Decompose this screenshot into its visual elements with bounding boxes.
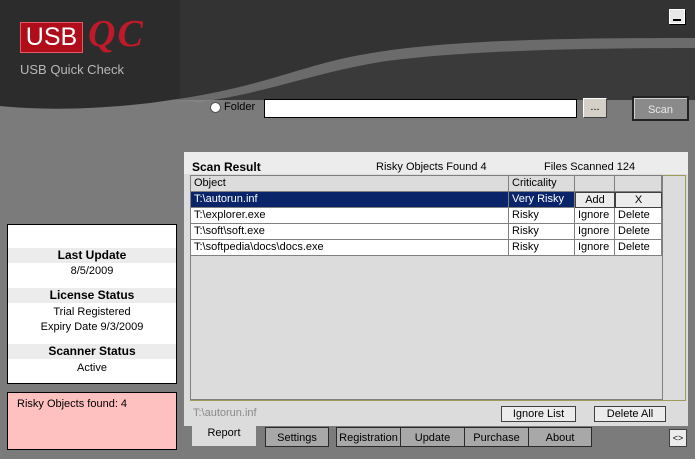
logo-usb-badge: USB [20, 22, 83, 53]
tab-report[interactable]: Report [192, 424, 256, 446]
column-header-object[interactable]: Object [191, 176, 509, 192]
tab-settings[interactable]: Settings [265, 427, 329, 447]
results-grid[interactable]: Object Criticality T:\autorun.inf Very R… [190, 175, 663, 400]
risky-objects-summary: Risky Objects found: 4 [7, 392, 177, 450]
logo-qc-wordmark: QC [88, 13, 145, 55]
row-criticality: Risky [509, 224, 575, 240]
ignore-button[interactable]: Ignore [575, 208, 615, 224]
scan-button[interactable]: Scan [632, 96, 689, 121]
risky-objects-count: Risky Objects Found 4 [376, 161, 487, 173]
ignore-list-button[interactable]: Ignore List [501, 406, 576, 422]
folder-path-input[interactable] [264, 99, 577, 118]
license-status-value: Trial Registered [53, 306, 131, 318]
tab-registration[interactable]: Registration [336, 427, 401, 447]
delete-button[interactable]: Delete [615, 208, 662, 224]
ignore-button[interactable]: Ignore [575, 224, 615, 240]
last-update-value: 8/5/2009 [70, 265, 114, 277]
row-criticality: Very Risky [509, 192, 575, 208]
folder-radio[interactable] [210, 102, 221, 113]
app-subtitle: USB Quick Check [20, 62, 125, 77]
table-row[interactable]: T:\softpedia\docs\docs.exe Risky Ignore … [191, 240, 662, 256]
folder-label: Folder [224, 101, 256, 113]
license-status-label: License Status [8, 288, 176, 303]
files-scanned-count: Files Scanned 124 [544, 161, 636, 173]
browse-button[interactable]: ... [583, 98, 607, 118]
table-row[interactable]: T:\autorun.inf Very Risky Add X [191, 192, 662, 208]
scanner-status-value: Active [77, 362, 107, 374]
tab-about[interactable]: About [528, 427, 592, 447]
column-header-action2 [615, 176, 662, 192]
ignore-button[interactable]: Ignore [575, 240, 615, 256]
nav-toggle-button[interactable]: <> [669, 429, 687, 447]
last-update-label: Last Update [8, 248, 176, 263]
scanner-status-label: Scanner Status [8, 344, 176, 359]
minimize-button[interactable] [669, 9, 685, 24]
row-object[interactable]: T:\autorun.inf [191, 192, 509, 208]
table-row[interactable]: T:\soft\soft.exe Risky Ignore Delete [191, 224, 662, 240]
delete-all-button[interactable]: Delete All [594, 406, 666, 422]
scan-result-title: Scan Result [192, 160, 261, 174]
delete-button[interactable]: Delete [615, 240, 662, 256]
row-criticality: Risky [509, 208, 575, 224]
tab-purchase[interactable]: Purchase [464, 427, 529, 447]
column-header-action1 [575, 176, 615, 192]
table-row[interactable]: T:\explorer.exe Risky Ignore Delete [191, 208, 662, 224]
row-object[interactable]: T:\softpedia\docs\docs.exe [191, 240, 509, 256]
row-object[interactable]: T:\soft\soft.exe [191, 224, 509, 240]
selected-path-label: T:\autorun.inf [193, 407, 257, 419]
row-criticality: Risky [509, 240, 575, 256]
row-object[interactable]: T:\explorer.exe [191, 208, 509, 224]
column-header-criticality[interactable]: Criticality [509, 176, 575, 192]
scan-result-panel: Scan Result Risky Objects Found 4 Files … [184, 152, 688, 426]
add-button[interactable]: Add [575, 192, 615, 208]
status-info-panel: Last Update 8/5/2009 License Status Tria… [7, 224, 177, 384]
remove-button[interactable]: X [615, 192, 662, 208]
license-expiry-value: Expiry Date 9/3/2009 [40, 321, 144, 333]
delete-button[interactable]: Delete [615, 224, 662, 240]
tab-update[interactable]: Update [400, 427, 465, 447]
